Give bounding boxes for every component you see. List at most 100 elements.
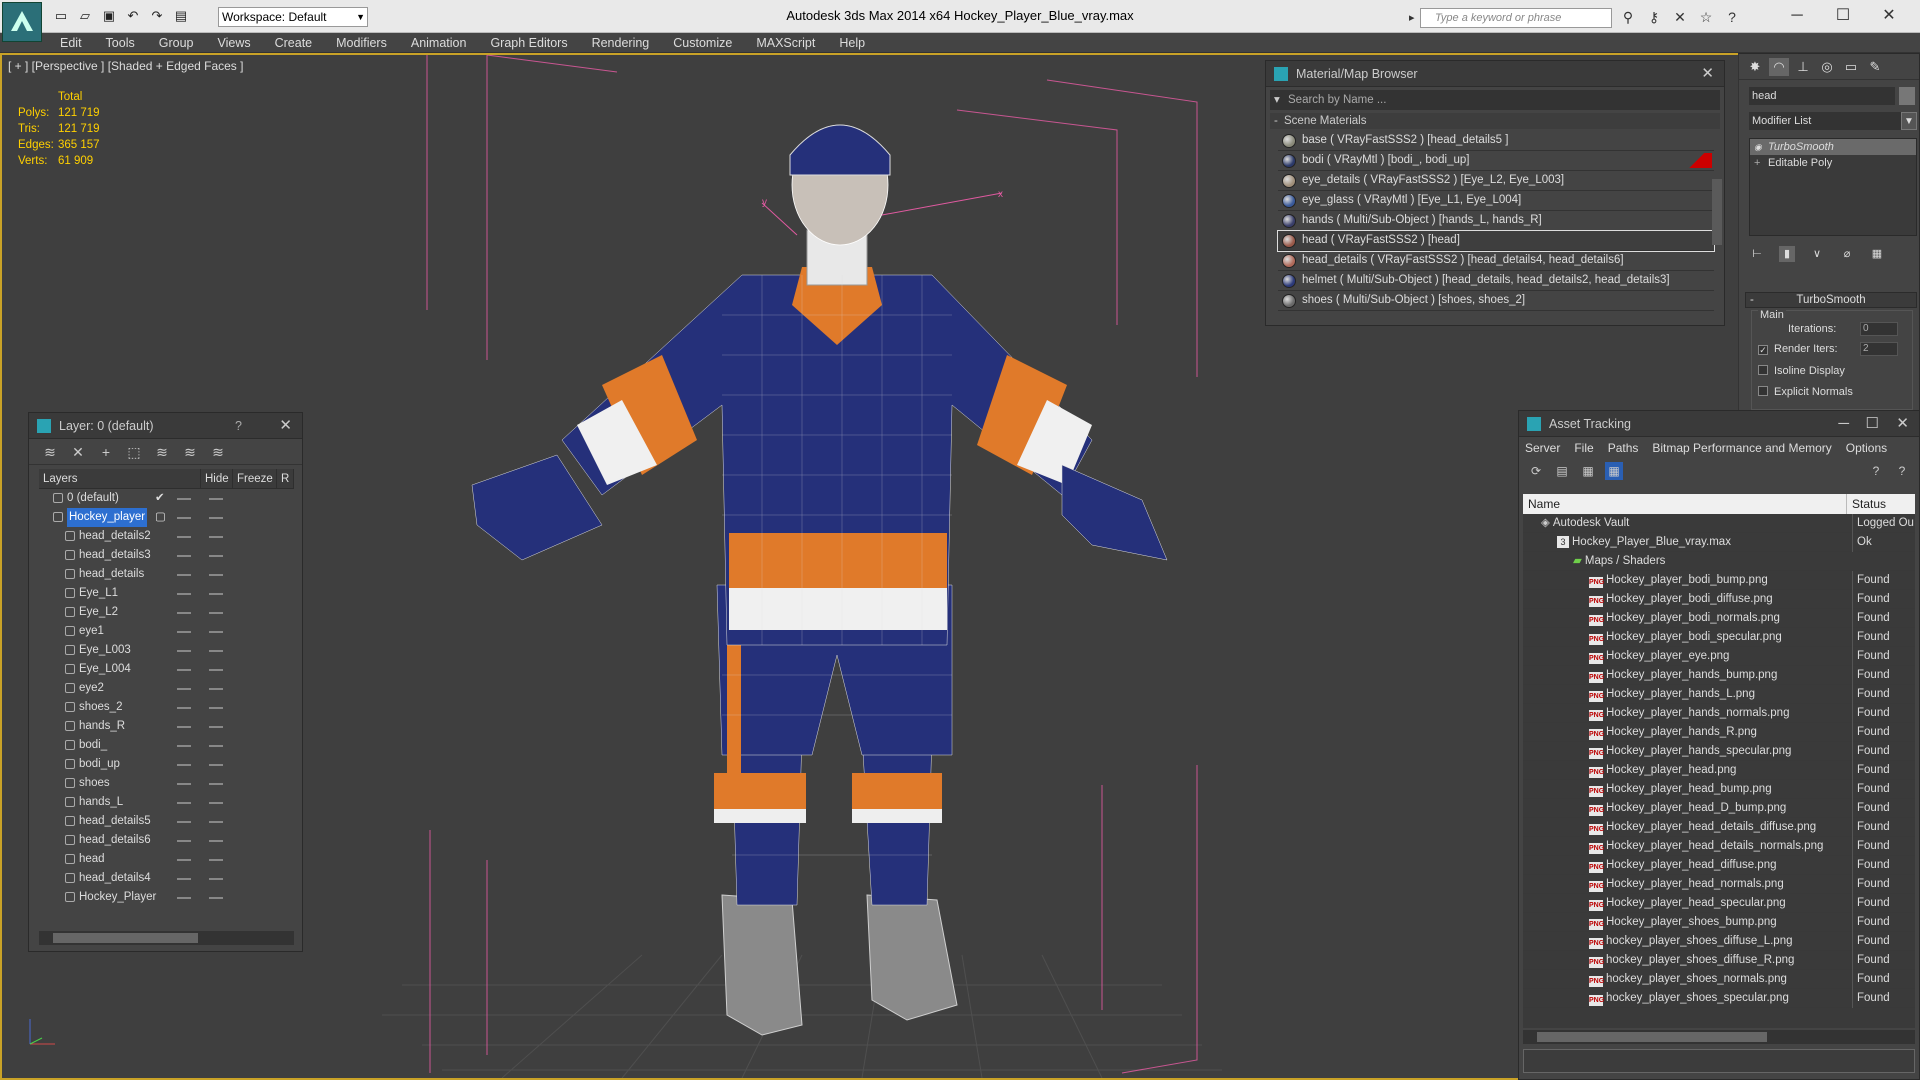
workspace-dropdown[interactable]: Workspace: Default ▼ (218, 7, 368, 27)
hide-toggle[interactable] (177, 783, 191, 785)
hide-toggle[interactable] (177, 498, 191, 500)
key-icon[interactable]: ⚷ (1644, 8, 1664, 26)
hockey-player-model[interactable] (471, 124, 1168, 1036)
col-status[interactable]: Status (1847, 494, 1886, 514)
freeze-toggle[interactable] (209, 840, 223, 842)
help-button[interactable]: ? (235, 413, 242, 439)
asset-row[interactable]: PNG Hockey_player_head_bump.png Found (1523, 780, 1915, 799)
layer-manager-header[interactable]: Layer: 0 (default) ? ✕ (29, 413, 302, 439)
hide-toggle[interactable] (177, 859, 191, 861)
material-search-input[interactable]: Search by Name ... (1270, 90, 1720, 110)
minimize-icon[interactable]: ─ (1774, 2, 1820, 30)
material-item[interactable]: hands ( Multi/Sub-Object ) [hands_L, han… (1278, 211, 1714, 231)
select-objects-icon[interactable]: ⬚ (125, 443, 143, 461)
freeze-toggle[interactable] (209, 707, 223, 709)
freeze-toggle[interactable] (209, 897, 223, 899)
freeze-toggle[interactable] (209, 859, 223, 861)
material-item[interactable]: base ( VRayFastSSS2 ) [head_details5 ] (1278, 131, 1714, 151)
make-unique-icon[interactable]: ∨ (1809, 246, 1825, 262)
layer-row[interactable]: 0 (default) ✔ (39, 489, 294, 508)
col-hide[interactable]: Hide (201, 469, 233, 488)
create-tab-icon[interactable]: ✸ (1745, 58, 1765, 76)
menu-tools[interactable]: Tools (94, 33, 147, 52)
viewport-label[interactable]: [ + ] [Perspective ] [Shaded + Edged Fac… (8, 59, 243, 73)
stack-item-turbosmooth[interactable]: TurboSmooth (1750, 139, 1916, 155)
asset-row[interactable]: PNG Hockey_player_shoes_bump.png Found (1523, 913, 1915, 932)
asset-row[interactable]: PNG Hockey_player_hands_R.png Found (1523, 723, 1915, 742)
layer-row[interactable]: head_details5 (39, 812, 294, 831)
asset-row[interactable]: PNG hockey_player_shoes_normals.png Found (1523, 970, 1915, 989)
asset-row[interactable]: PNG Hockey_player_head_details_diffuse.pn… (1523, 818, 1915, 837)
freeze-toggle[interactable] (209, 726, 223, 728)
menu-help[interactable]: Help (827, 33, 877, 52)
asset-menu-options[interactable]: Options (1846, 437, 1887, 459)
freeze-toggle[interactable] (209, 631, 223, 633)
asset-row[interactable]: PNG Hockey_player_hands_bump.png Found (1523, 666, 1915, 685)
asset-row[interactable]: PNG Hockey_player_bodi_specular.png Found (1523, 628, 1915, 647)
freeze-toggle[interactable] (209, 536, 223, 538)
hide-toggle[interactable] (177, 650, 191, 652)
iterations-spinner[interactable]: 0 (1860, 322, 1898, 336)
layer-row[interactable]: Eye_L2 (39, 603, 294, 622)
help-context-icon[interactable]: ? (1893, 462, 1911, 480)
configure-modifier-sets-icon[interactable]: ▦ (1869, 246, 1885, 262)
asset-row[interactable]: ▰ Maps / Shaders (1523, 552, 1915, 571)
hide-toggle[interactable] (177, 745, 191, 747)
freeze-toggle[interactable] (209, 783, 223, 785)
hide-toggle[interactable] (177, 517, 191, 519)
hide-toggle[interactable] (177, 593, 191, 595)
scene-materials-section[interactable]: Scene Materials (1270, 113, 1720, 129)
material-item[interactable]: eye_details ( VRayFastSSS2 ) [Eye_L2, Ey… (1278, 171, 1714, 191)
layer-row[interactable]: eye1 (39, 622, 294, 641)
layer-row[interactable]: hands_R (39, 717, 294, 736)
freeze-toggle[interactable] (209, 669, 223, 671)
pin-stack-icon[interactable]: ⊢ (1749, 246, 1765, 262)
hide-toggle[interactable] (177, 555, 191, 557)
layer-row[interactable]: Hockey_Player (39, 888, 294, 907)
menu-modifiers[interactable]: Modifiers (324, 33, 399, 52)
layer-horizontal-scrollbar[interactable] (39, 931, 294, 945)
render-iters-spinner[interactable]: 2 (1860, 342, 1898, 356)
scrollbar-thumb[interactable] (53, 933, 198, 943)
hide-toggle[interactable] (177, 688, 191, 690)
app-logo-button[interactable] (2, 2, 42, 42)
modify-tab-icon[interactable]: ◠ (1769, 58, 1789, 76)
asset-row[interactable]: PNG Hockey_player_hands_specular.png Found (1523, 742, 1915, 761)
asset-row[interactable]: PNG Hockey_player_head_details_normals.pn… (1523, 837, 1915, 856)
hide-toggle[interactable] (177, 764, 191, 766)
menu-create[interactable]: Create (263, 33, 325, 52)
asset-menu-file[interactable]: File (1574, 437, 1593, 459)
hierarchy-tab-icon[interactable]: ⊥ (1793, 58, 1813, 76)
menu-animation[interactable]: Animation (399, 33, 479, 52)
freeze-toggle[interactable] (209, 821, 223, 823)
freeze-toggle[interactable] (209, 574, 223, 576)
material-browser-header[interactable]: Material/Map Browser ✕ (1266, 61, 1724, 87)
layer-row[interactable]: Hockey_player ▢ (39, 508, 294, 527)
asset-menu-server[interactable]: Server (1525, 437, 1560, 459)
asset-row[interactable]: PNG Hockey_player_bodi_bump.png Found (1523, 571, 1915, 590)
table-view-icon[interactable]: ▦ (1605, 462, 1623, 480)
layer-row[interactable]: bodi_ (39, 736, 294, 755)
freeze-toggle[interactable] (209, 688, 223, 690)
object-color-swatch[interactable] (1899, 87, 1915, 105)
highlight-layer-icon[interactable]: ≋ (153, 443, 171, 461)
col-render[interactable]: R (277, 469, 294, 488)
material-item[interactable]: helmet ( Multi/Sub-Object ) [head_detail… (1278, 271, 1714, 291)
asset-row[interactable]: 3 Hockey_Player_Blue_vray.max Ok (1523, 533, 1915, 552)
asset-menu-paths[interactable]: Paths (1608, 437, 1639, 459)
help-icon[interactable]: ? (1867, 462, 1885, 480)
hide-all-icon[interactable]: ≋ (181, 443, 199, 461)
scrollbar-thumb[interactable] (1537, 1032, 1767, 1042)
hide-toggle[interactable] (177, 878, 191, 880)
layer-row[interactable]: Eye_L1 (39, 584, 294, 603)
refresh-icon[interactable]: ⟳ (1527, 462, 1545, 480)
search-input[interactable]: Type a keyword or phrase (1409, 8, 1612, 28)
asset-menu-bitmap[interactable]: Bitmap Performance and Memory (1652, 437, 1831, 459)
material-item[interactable]: bodi ( VRayMtl ) [bodi_, bodi_up] (1278, 151, 1714, 171)
modifier-list-dropdown[interactable]: Modifier List ▼ (1749, 112, 1917, 130)
layer-row[interactable]: head_details3 (39, 546, 294, 565)
list-view-icon[interactable]: ▤ (1553, 462, 1571, 480)
freeze-toggle[interactable] (209, 517, 223, 519)
asset-tracking-header[interactable]: Asset Tracking ─ ☐ ✕ (1519, 411, 1919, 437)
hide-toggle[interactable] (177, 802, 191, 804)
